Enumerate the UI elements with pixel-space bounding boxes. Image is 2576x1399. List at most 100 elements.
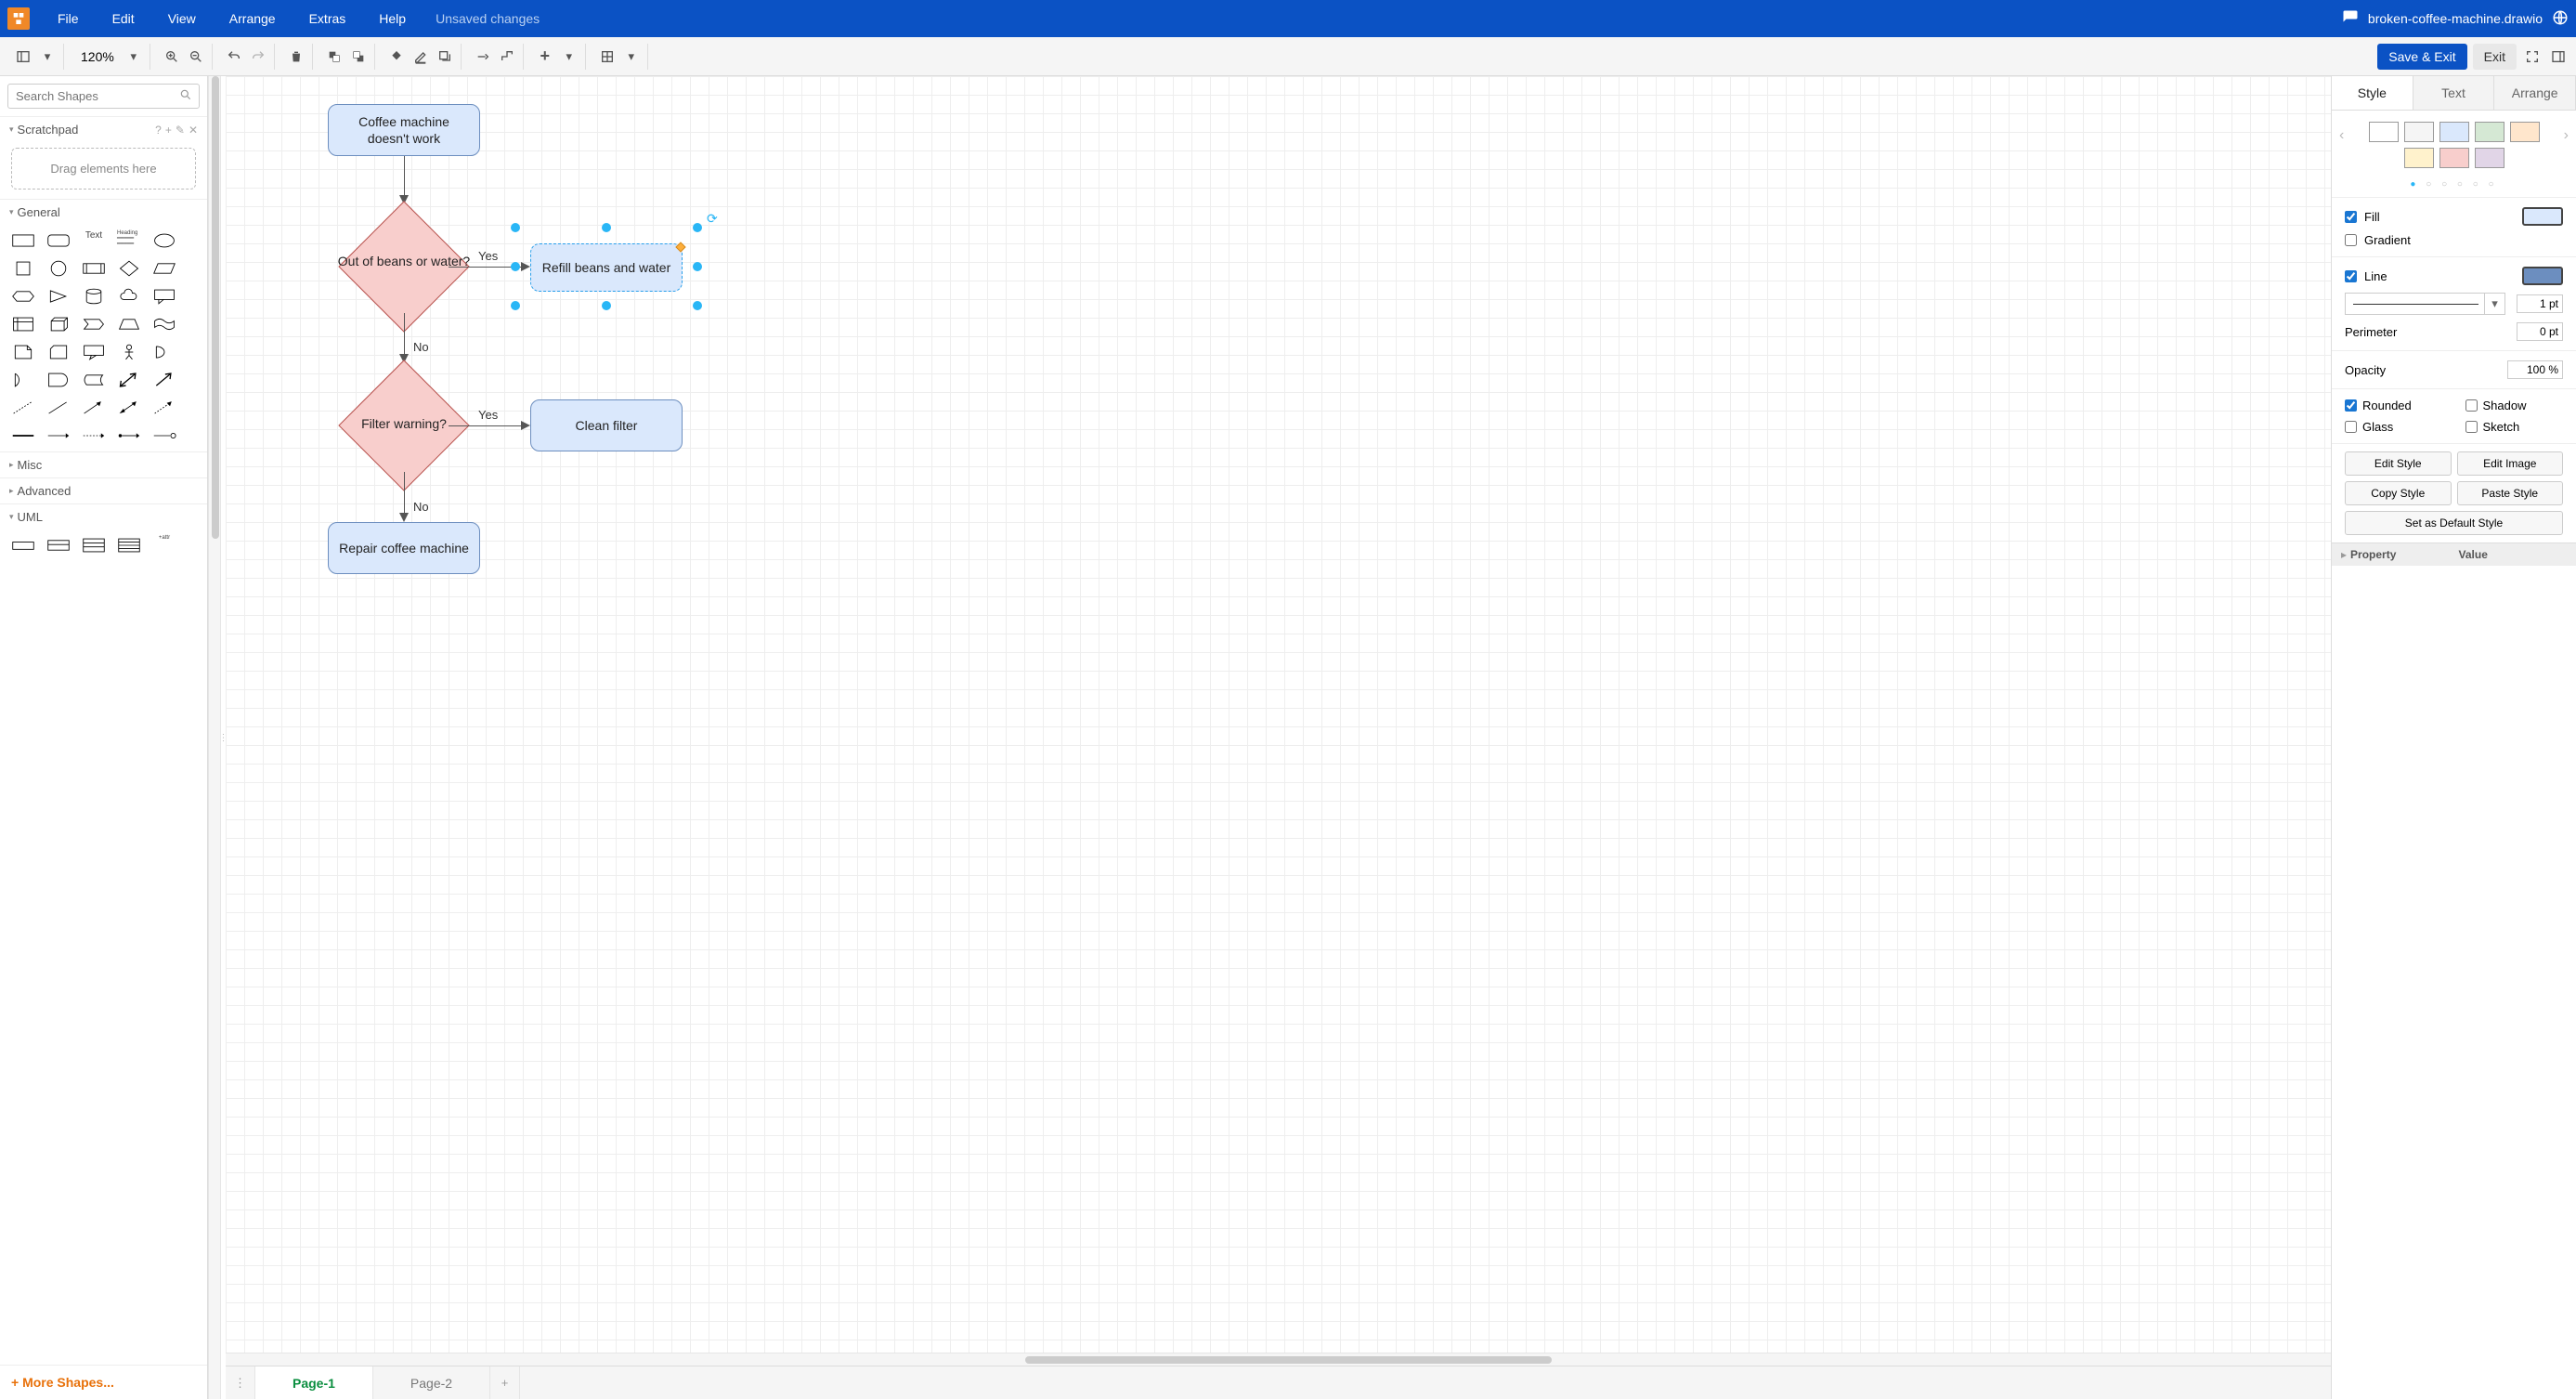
delete-button[interactable] <box>286 46 306 67</box>
property-grid-header[interactable]: ▸ Property Value <box>2332 543 2576 566</box>
edit-image-button[interactable]: Edit Image <box>2457 451 2564 476</box>
shape-text[interactable]: Text <box>82 230 106 251</box>
page-tab-1[interactable]: Page-1 <box>255 1366 373 1399</box>
shape-connector-1[interactable] <box>11 425 35 446</box>
zoom-in-button[interactable] <box>162 46 182 67</box>
zoom-level[interactable]: 120% <box>75 47 120 66</box>
chevron-down-icon[interactable]: ▾ <box>559 46 579 67</box>
shape-arrow-ne[interactable] <box>117 370 141 390</box>
shape-parallelogram[interactable] <box>152 258 176 279</box>
add-page-button[interactable]: + <box>490 1366 520 1399</box>
tab-arrange[interactable]: Arrange <box>2494 76 2576 110</box>
shape-square[interactable] <box>11 258 35 279</box>
edge-label-no-2[interactable]: No <box>413 500 429 514</box>
copy-style-button[interactable]: Copy Style <box>2345 481 2452 505</box>
shape-connector-5[interactable] <box>152 425 176 446</box>
edge-label-no[interactable]: No <box>413 340 429 354</box>
shape-callout2[interactable] <box>82 342 106 362</box>
page-tab-2[interactable]: Page-2 <box>373 1366 490 1399</box>
left-scrollbar[interactable] <box>208 76 221 1399</box>
uml-attribute[interactable]: +attr <box>152 535 176 556</box>
shape-connector-3[interactable] <box>82 425 106 446</box>
selection-handle[interactable] <box>602 301 611 310</box>
swatch-red[interactable] <box>2439 148 2469 168</box>
shape-search[interactable] <box>7 84 200 109</box>
shape-or[interactable] <box>11 370 35 390</box>
shape-ellipse[interactable] <box>152 230 176 251</box>
swatch-blue[interactable] <box>2439 122 2469 142</box>
uml-class2[interactable] <box>117 535 141 556</box>
selection-handle[interactable] <box>693 301 702 310</box>
insert-button[interactable]: + <box>535 46 555 67</box>
swatch-white[interactable] <box>2369 122 2399 142</box>
node-q2[interactable]: Filter warning? <box>339 360 469 490</box>
line-color-button[interactable] <box>410 46 431 67</box>
uml-interface[interactable] <box>46 535 71 556</box>
perimeter-input[interactable] <box>2517 322 2563 341</box>
menu-view[interactable]: View <box>153 4 211 33</box>
fill-color-button[interactable] <box>386 46 407 67</box>
swatch-green[interactable] <box>2475 122 2504 142</box>
shape-connector-4[interactable] <box>117 425 141 446</box>
section-uml[interactable]: ▾UML <box>0 503 207 530</box>
shadow-checkbox[interactable] <box>2465 399 2478 412</box>
node-a1-selected[interactable]: Refill beans and water <box>530 243 683 292</box>
document-filename[interactable]: broken-coffee-machine.drawio <box>2368 11 2543 26</box>
selection-handle[interactable] <box>511 223 520 232</box>
shape-line-bi[interactable] <box>117 398 141 418</box>
menu-arrange[interactable]: Arrange <box>215 4 291 33</box>
swatch-grey[interactable] <box>2404 122 2434 142</box>
section-general[interactable]: ▾General <box>0 199 207 225</box>
swatch-yellow[interactable] <box>2404 148 2434 168</box>
help-icon[interactable]: ? <box>155 124 162 137</box>
shadow-button[interactable] <box>435 46 455 67</box>
menu-file[interactable]: File <box>43 4 94 33</box>
node-start[interactable]: Coffee machine doesn't work <box>328 104 480 156</box>
selection-handle[interactable] <box>693 262 702 271</box>
glass-checkbox[interactable] <box>2345 421 2357 433</box>
line-width-input[interactable] <box>2517 294 2563 313</box>
line-style-select[interactable]: ▾ <box>2345 293 2505 315</box>
shape-connector-2[interactable] <box>46 425 71 446</box>
fill-color-chip[interactable] <box>2522 207 2563 226</box>
shape-arrow-ne2[interactable] <box>152 370 176 390</box>
language-icon[interactable] <box>2552 9 2569 29</box>
shape-trapezoid[interactable] <box>117 314 141 334</box>
connection-button[interactable] <box>473 46 493 67</box>
edge-q1-q2[interactable] <box>404 313 405 358</box>
line-color-chip[interactable] <box>2522 267 2563 285</box>
default-style-button[interactable]: Set as Default Style <box>2345 511 2563 535</box>
opacity-input[interactable] <box>2507 360 2563 379</box>
sketch-checkbox[interactable] <box>2465 421 2478 433</box>
shape-and[interactable] <box>46 370 71 390</box>
shape-hexagon[interactable] <box>11 286 35 307</box>
uml-class[interactable] <box>82 535 106 556</box>
more-shapes-button[interactable]: + More Shapes... <box>0 1365 207 1399</box>
shape-half-circle[interactable] <box>152 342 176 362</box>
redo-button[interactable] <box>248 46 268 67</box>
shape-circle[interactable] <box>46 258 71 279</box>
chevron-down-icon[interactable]: ▾ <box>37 46 58 67</box>
chevron-down-icon[interactable]: ▾ <box>124 46 144 67</box>
canvas-h-scrollbar[interactable] <box>226 1353 2331 1366</box>
to-front-button[interactable] <box>324 46 345 67</box>
save-exit-button[interactable]: Save & Exit <box>2377 44 2466 70</box>
shape-triangle[interactable] <box>46 286 71 307</box>
table-button[interactable] <box>597 46 618 67</box>
format-panel-toggle[interactable] <box>2548 46 2569 67</box>
shape-heading[interactable]: Heading━━━━━━━━━━ <box>117 230 141 251</box>
swatch-purple[interactable] <box>2475 148 2504 168</box>
menu-help[interactable]: Help <box>364 4 421 33</box>
shape-cylinder[interactable] <box>82 286 106 307</box>
diagram-canvas[interactable]: Coffee machine doesn't work Out of beans… <box>226 76 2331 1353</box>
uml-object[interactable] <box>11 535 35 556</box>
shape-dotted-arrow[interactable] <box>152 398 176 418</box>
node-end[interactable]: Repair coffee machine <box>328 522 480 574</box>
selection-handle[interactable] <box>693 223 702 232</box>
shape-internal-storage[interactable] <box>11 314 35 334</box>
shape-data-storage[interactable] <box>82 370 106 390</box>
rounded-checkbox[interactable] <box>2345 399 2357 412</box>
edit-icon[interactable]: ✎ <box>176 124 185 137</box>
edge-start-q1[interactable] <box>404 156 405 199</box>
shape-line-arrow[interactable] <box>82 398 106 418</box>
